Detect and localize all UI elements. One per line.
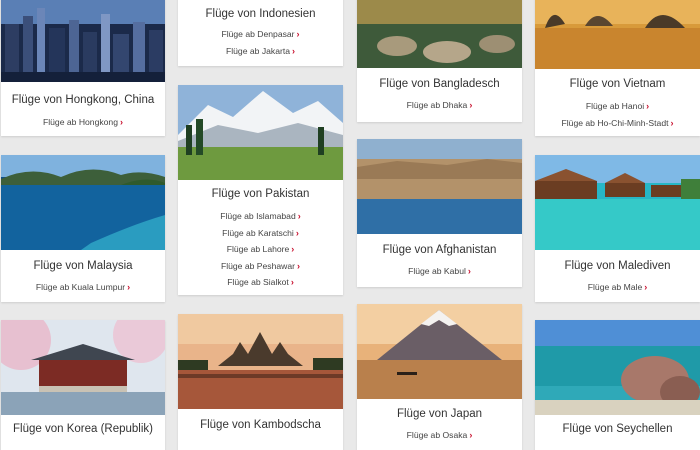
card-title[interactable]: Flüge von Afghanistan: [357, 244, 522, 256]
chevron-right-icon: ›: [292, 45, 295, 56]
chevron-right-icon: ›: [295, 227, 299, 238]
flight-link-hanoi[interactable]: Flüge ab Hanoi ›: [535, 98, 700, 115]
destination-card-hongkong: Flüge von Hongkong, China Flüge ab Hongk…: [1, 0, 165, 136]
link-label: Flüge ab Dhaka: [406, 100, 468, 110]
chevron-right-icon: ›: [670, 117, 674, 128]
flight-link-denpasar[interactable]: Flüge ab Denpasar ›: [178, 26, 343, 43]
link-label: Flüge ab Hongkong: [42, 117, 118, 127]
link-label: Flüge ab Kuala Lumpur: [35, 282, 126, 292]
chevron-right-icon: ›: [120, 117, 123, 127]
destination-card-seychellen: Flüge von Seychellen: [535, 320, 700, 450]
destination-card-japan: Flüge von Japan Flüge ab Osaka ›: [357, 304, 522, 450]
card-title[interactable]: Flüge von Malaysia: [1, 260, 165, 272]
kambodscha-temple-photo[interactable]: [178, 314, 343, 409]
flight-link-lahore[interactable]: Flüge ab Lahore ›: [178, 241, 343, 258]
malediven-resort-photo[interactable]: [535, 155, 700, 250]
chevron-right-icon: ›: [297, 260, 301, 271]
destination-card-afghanistan: Flüge von Afghanistan Flüge ab Kabul ›: [357, 139, 522, 287]
card-title[interactable]: Flüge von Kambodscha: [178, 419, 343, 431]
chevron-right-icon: ›: [290, 277, 294, 287]
link-label: Flüge ab Hanoi: [585, 101, 645, 111]
afghanistan-lake-photo[interactable]: [357, 139, 522, 234]
card-title[interactable]: Flüge von Indonesien: [178, 8, 343, 20]
flight-link-peshawar[interactable]: Flüge ab Peshawar ›: [178, 258, 343, 275]
flight-link-ho-chi-minh-stadt[interactable]: Flüge ab Ho-Chi-Minh-Stadt ›: [535, 115, 700, 132]
card-title[interactable]: Flüge von Hongkong, China: [1, 94, 165, 106]
chevron-right-icon: ›: [297, 211, 301, 221]
korea-palace-photo[interactable]: [1, 320, 165, 415]
card-title[interactable]: Flüge von Seychellen: [535, 423, 700, 435]
chevron-right-icon: ›: [644, 282, 648, 292]
destination-card-kambodscha: Flüge von Kambodscha: [178, 314, 343, 450]
chevron-right-icon: ›: [291, 244, 295, 254]
chevron-right-icon: ›: [646, 101, 650, 111]
flight-link-karatschi[interactable]: Flüge ab Karatschi ›: [178, 225, 343, 242]
card-title[interactable]: Flüge von Vietnam: [535, 78, 700, 90]
chevron-right-icon: ›: [127, 282, 131, 292]
card-title[interactable]: Flüge von Malediven: [535, 260, 700, 272]
flight-link-osaka[interactable]: Flüge ab Osaka ›: [357, 427, 522, 444]
link-label: Flüge ab Peshawar: [220, 260, 296, 271]
flight-link-kabul[interactable]: Flüge ab Kabul ›: [357, 263, 522, 280]
destination-card-vietnam: Flüge von Vietnam Flüge ab Hanoi › Flüge …: [535, 0, 700, 136]
link-label: Flüge ab Kabul: [408, 266, 466, 276]
flight-link-sialkot[interactable]: Flüge ab Sialkot ›: [178, 274, 343, 291]
link-label: Flüge ab Sialkot: [227, 277, 289, 287]
link-label: Flüge ab Osaka: [406, 430, 468, 440]
link-label: Flüge ab Jakarta: [225, 45, 290, 56]
link-label: Flüge ab Karatschi: [222, 227, 294, 238]
destination-card-bangladesch: Flüge von Bangladesch Flüge ab Dhaka ›: [357, 0, 522, 122]
flight-link-jakarta[interactable]: Flüge ab Jakarta ›: [178, 43, 343, 60]
destination-card-indonesien: Flüge von Indonesien Flüge ab Denpasar › …: [178, 0, 343, 66]
card-title[interactable]: Flüge von Bangladesch: [357, 78, 522, 90]
card-title[interactable]: Flüge von Japan: [357, 408, 522, 420]
link-label: Flüge ab Lahore: [226, 244, 290, 254]
destination-card-malediven: Flüge von Malediven Flüge ab Male ›: [535, 155, 700, 302]
chevron-right-icon: ›: [467, 266, 471, 276]
flight-link-dhaka[interactable]: Flüge ab Dhaka ›: [357, 97, 522, 114]
bangladesch-river-photo[interactable]: [357, 0, 522, 68]
flight-link-kuala-lumpur[interactable]: Flüge ab Kuala Lumpur ›: [1, 279, 165, 296]
chevron-right-icon: ›: [296, 29, 300, 39]
card-title[interactable]: Flüge von Pakistan: [178, 188, 343, 200]
flight-link-islamabad[interactable]: Flüge ab Islamabad ›: [178, 208, 343, 225]
chevron-right-icon: ›: [469, 430, 473, 440]
destination-card-korea: Flüge von Korea (Republik): [1, 320, 165, 450]
hongkong-skyline-photo[interactable]: [1, 0, 165, 82]
japan-fuji-photo[interactable]: [357, 304, 522, 399]
pakistan-mountains-photo[interactable]: [178, 85, 343, 180]
link-label: Flüge ab Denpasar: [221, 29, 295, 39]
malaysia-islands-photo[interactable]: [1, 155, 165, 250]
link-label: Flüge ab Male: [587, 282, 643, 292]
link-label: Flüge ab Ho-Chi-Minh-Stadt: [561, 117, 669, 128]
destination-card-pakistan: Flüge von Pakistan Flüge ab Islamabad › F…: [178, 85, 343, 295]
seychellen-beach-photo[interactable]: [535, 320, 700, 415]
flight-link-male[interactable]: Flüge ab Male ›: [535, 279, 700, 296]
chevron-right-icon: ›: [469, 100, 473, 110]
card-title[interactable]: Flüge von Korea (Republik): [1, 423, 165, 435]
flight-link-hongkong[interactable]: Flüge ab Hongkong ›: [1, 114, 165, 131]
link-label: Flüge ab Islamabad: [220, 211, 296, 221]
destination-card-malaysia: Flüge von Malaysia Flüge ab Kuala Lumpur…: [1, 155, 165, 302]
vietnam-bay-photo[interactable]: [535, 0, 700, 69]
